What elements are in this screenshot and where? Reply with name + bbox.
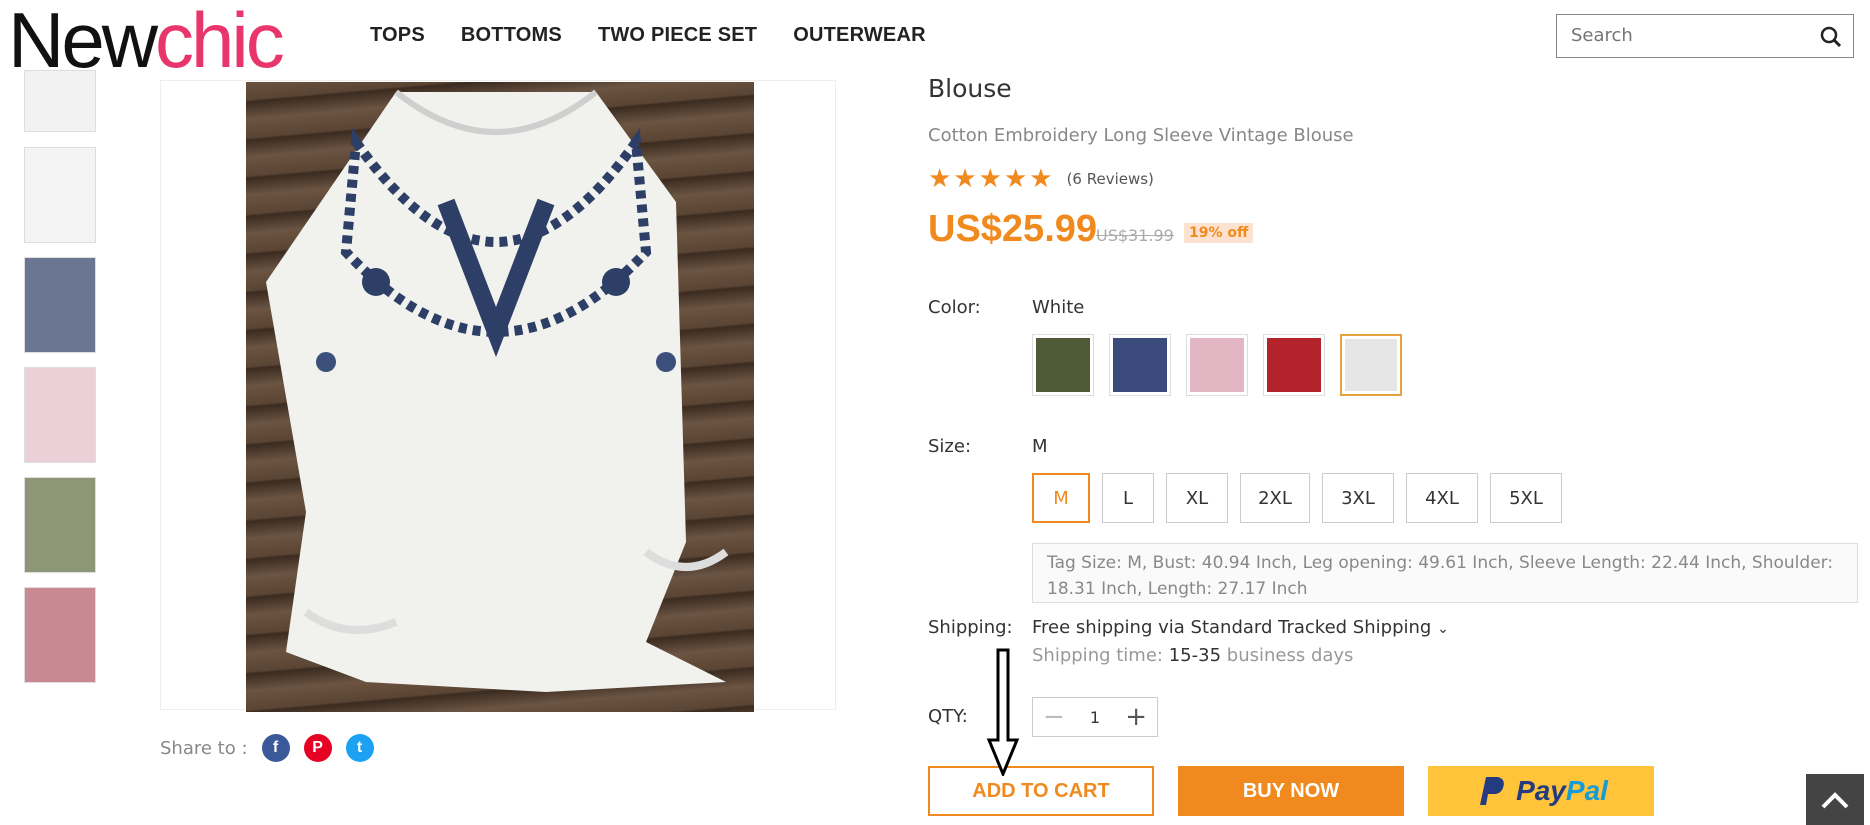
search-box xyxy=(1556,14,1854,58)
color-swatch-blue[interactable] xyxy=(1109,334,1171,396)
swatch-fill xyxy=(1190,338,1244,392)
main-product-image xyxy=(246,82,754,712)
shipping-time-unit: business days xyxy=(1226,645,1354,666)
chevron-down-icon: ⌄ xyxy=(1437,621,1449,637)
paypal-button[interactable]: Pay Pal xyxy=(1428,766,1654,816)
search-input[interactable] xyxy=(1557,15,1825,55)
search-icon[interactable] xyxy=(1819,25,1843,49)
shipping-label: Shipping: xyxy=(928,617,1013,638)
thumbnail-6[interactable] xyxy=(24,587,96,683)
size-option-2xl[interactable]: 2XL xyxy=(1240,473,1310,523)
color-value: White xyxy=(1032,297,1085,318)
thumb-fill xyxy=(25,258,95,352)
swatch-fill xyxy=(1345,339,1397,391)
size-option-4xl[interactable]: 4XL xyxy=(1406,473,1478,523)
color-swatch-white[interactable] xyxy=(1340,334,1402,396)
rating: ★ ★ ★ ★ ★ (6 Reviews) xyxy=(928,166,1154,192)
nav-tops[interactable]: TOPS xyxy=(370,24,425,47)
qty-label: QTY: xyxy=(928,706,968,727)
paypal-text-2: Pal xyxy=(1565,775,1608,806)
discount-badge: 19% off xyxy=(1184,223,1254,243)
star-icon: ★ xyxy=(1003,164,1028,194)
old-price: US$31.99 xyxy=(1096,226,1174,245)
color-label: Color: xyxy=(928,297,981,318)
shipping-time-value: 15-35 xyxy=(1168,645,1222,666)
nav-outerwear[interactable]: OUTERWEAR xyxy=(793,24,926,47)
back-to-top-button[interactable] xyxy=(1806,774,1864,825)
thumbnail-5[interactable] xyxy=(24,477,96,573)
share-label: Share to : xyxy=(160,737,248,759)
swatch-fill xyxy=(1036,338,1090,392)
color-swatch-red[interactable] xyxy=(1263,334,1325,396)
color-swatch-pink[interactable] xyxy=(1186,334,1248,396)
quantity-value[interactable]: 1 xyxy=(1090,708,1100,727)
price: US$25.99 xyxy=(928,208,1098,250)
pinterest-icon[interactable]: P xyxy=(303,734,332,762)
nav-bottoms[interactable]: BOTTOMS xyxy=(461,24,562,47)
shipping-method[interactable]: Free shipping via Standard Tracked Shipp… xyxy=(1032,617,1449,638)
plus-icon[interactable]: + xyxy=(1125,704,1147,730)
thumbnail-3[interactable] xyxy=(24,257,96,353)
thumbnail-4[interactable] xyxy=(24,367,96,463)
chevron-up-icon xyxy=(1821,791,1849,808)
nav-two-piece-set[interactable]: TWO PIECE SET xyxy=(598,24,757,47)
color-swatch-green[interactable] xyxy=(1032,334,1094,396)
product-title: Blouse xyxy=(928,74,1012,103)
thumb-fill xyxy=(25,148,95,242)
thumb-fill xyxy=(25,71,95,131)
newchic-logo[interactable]: Newchic xyxy=(8,0,285,80)
thumb-fill xyxy=(25,588,95,682)
star-icon: ★ xyxy=(953,164,977,194)
swatch-fill xyxy=(1113,338,1167,392)
size-option-xl[interactable]: XL xyxy=(1166,473,1228,523)
minus-icon[interactable]: − xyxy=(1043,704,1065,730)
swatch-fill xyxy=(1267,338,1321,392)
thumb-fill xyxy=(25,478,95,572)
product-subtitle: Cotton Embroidery Long Sleeve Vintage Bl… xyxy=(928,125,1354,146)
size-value: M xyxy=(1032,436,1048,457)
logo-text-2: chic xyxy=(155,0,285,84)
share-bar: Share to : f P t xyxy=(160,734,374,762)
shipping-time: Shipping time: 15-35 business days xyxy=(1032,645,1353,666)
facebook-icon[interactable]: f xyxy=(261,734,290,762)
size-label: Size: xyxy=(928,436,972,457)
star-icon: ★ xyxy=(978,164,1002,194)
annotation-arrow-icon xyxy=(986,648,1020,776)
quantity-stepper: − 1 + xyxy=(1032,697,1158,737)
twitter-icon[interactable]: t xyxy=(345,734,374,762)
size-option-5xl[interactable]: 5XL xyxy=(1490,473,1562,523)
shipping-value: Free shipping via Standard Tracked Shipp… xyxy=(1032,617,1432,638)
add-to-cart-button[interactable]: ADD TO CART xyxy=(928,766,1154,816)
paypal-text-1: Pay xyxy=(1516,775,1566,806)
buy-now-button[interactable]: BUY NOW xyxy=(1178,766,1404,816)
reviews-link[interactable]: (6 Reviews) xyxy=(1067,170,1154,188)
main-nav: TOPS BOTTOMS TWO PIECE SET OUTERWEAR xyxy=(370,24,926,47)
star-icon: ★ xyxy=(1029,164,1053,194)
shipping-time-label: Shipping time: xyxy=(1032,645,1163,666)
size-option-l[interactable]: L xyxy=(1102,473,1154,523)
paypal-icon xyxy=(1480,777,1504,805)
size-option-m[interactable]: M xyxy=(1032,473,1090,523)
size-info: Tag Size: M, Bust: 40.94 Inch, Leg openi… xyxy=(1032,543,1858,603)
size-option-3xl[interactable]: 3XL xyxy=(1322,473,1394,523)
thumbnail-2[interactable] xyxy=(24,147,96,243)
thumbnail-1[interactable] xyxy=(24,70,96,132)
thumb-fill xyxy=(25,368,95,462)
star-icon: ★ xyxy=(928,164,952,194)
